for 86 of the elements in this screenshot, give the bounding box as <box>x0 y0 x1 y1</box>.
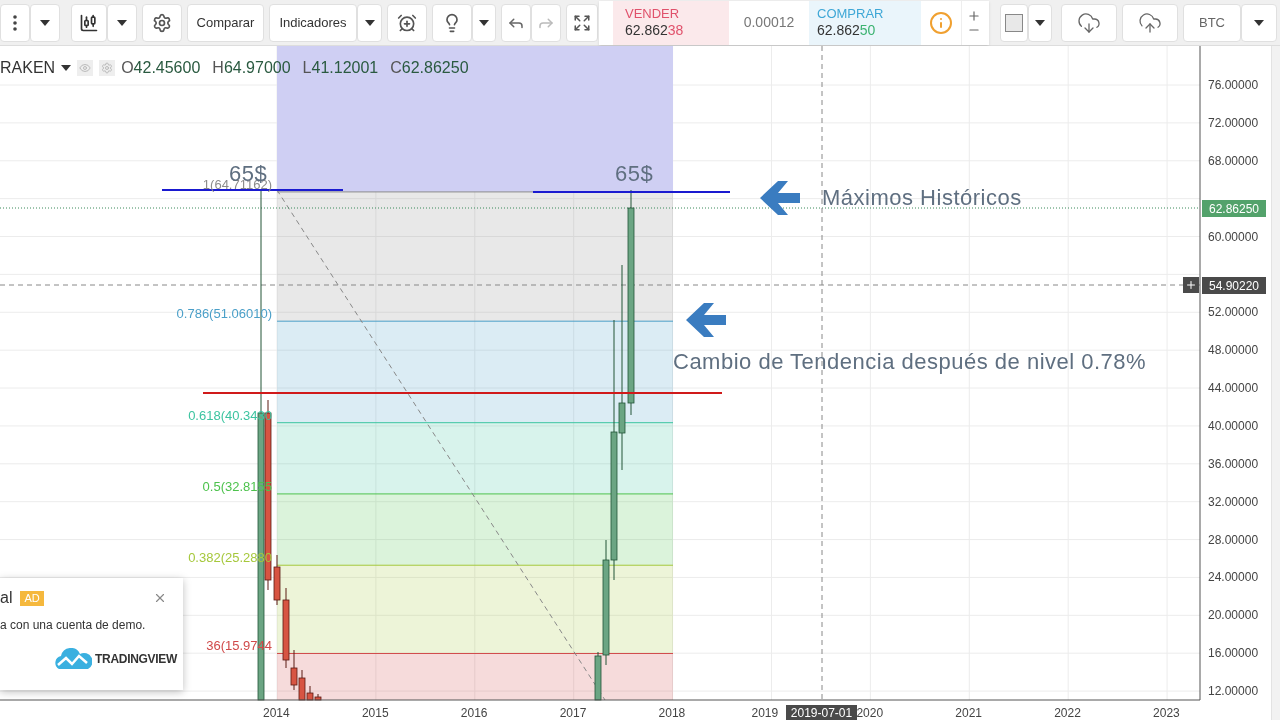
close-icon[interactable] <box>153 591 167 605</box>
time-axis-label: 2020 <box>856 707 884 719</box>
chart-type-button[interactable] <box>71 3 107 42</box>
buy-label: COMPRAR <box>817 5 884 22</box>
caret-icon <box>40 19 50 26</box>
dropdown-button[interactable] <box>357 3 382 42</box>
buy-price: 62.86250 <box>817 21 876 40</box>
ideas-button[interactable] <box>432 3 472 42</box>
fullscreen-icon <box>573 13 591 32</box>
settings-button[interactable] <box>142 3 182 42</box>
brand-name: TRADINGVIEW <box>95 651 178 668</box>
ohlc-value: C62.86250 <box>390 58 469 78</box>
info-icon[interactable] <box>929 10 953 35</box>
alert-button[interactable] <box>387 3 427 42</box>
sell-price: 62.86238 <box>625 21 684 40</box>
zoom-in-icon[interactable] <box>966 8 981 23</box>
ohlc-value: O42.45600 <box>121 58 201 78</box>
undo-button[interactable] <box>501 3 531 42</box>
price-axis-label: 32.00000 <box>1208 495 1259 508</box>
ohlc-value: H64.97000 <box>212 58 291 78</box>
ohlc-value: L41.12001 <box>302 58 379 78</box>
square-icon <box>1005 13 1023 32</box>
more-icon <box>13 14 17 31</box>
fullscreen-button[interactable] <box>566 3 598 42</box>
arrow-icon <box>686 303 726 337</box>
time-axis-label: 2017 <box>559 707 587 719</box>
candlestick-icon <box>79 12 99 33</box>
crosshair-date-badge: 2019-07-01 <box>786 705 857 720</box>
time-axis-label: 2019 <box>751 707 779 719</box>
annotation-text: Cambio de Tendencia después de nivel 0.78% <box>673 351 1147 373</box>
price-axis-label: 36.00000 <box>1208 457 1259 470</box>
dropdown-button[interactable] <box>30 3 60 42</box>
caret-icon <box>61 65 72 71</box>
arrow-icon <box>760 181 800 215</box>
crosshair-price-badge: 54.90220 <box>1202 277 1266 294</box>
price-axis-label: 60.00000 <box>1208 230 1259 243</box>
compare-button[interactable]: Comparar <box>187 3 264 42</box>
price-axis-label: 24.00000 <box>1208 571 1259 584</box>
caret-icon <box>364 19 375 26</box>
indicators-button[interactable]: Indicadores <box>269 3 357 42</box>
buy-button[interactable]: COMPRAR 62.86250 <box>809 0 921 45</box>
annotation-text: 65$ <box>615 163 654 185</box>
caret-icon <box>1254 19 1264 26</box>
time-axis-label: 2015 <box>361 707 389 719</box>
sell-label: VENDER <box>625 5 680 22</box>
price-axis-label: 48.00000 <box>1208 344 1259 357</box>
cloud-download-icon <box>1077 10 1101 35</box>
currency-button[interactable]: BTC <box>1183 3 1241 42</box>
price-axis-label: 52.00000 <box>1208 306 1259 319</box>
symbol-label[interactable]: RAKEN <box>0 56 56 80</box>
time-axis-label: 2016 <box>460 707 488 719</box>
time-axis-label: 2022 <box>1054 707 1081 719</box>
time-axis-label: 2014 <box>263 707 290 719</box>
price-axis-label: 20.00000 <box>1208 609 1259 622</box>
sell-button[interactable]: VENDER 62.86238 <box>613 0 729 45</box>
price-axis-label: 16.00000 <box>1208 647 1259 660</box>
ad-title: al <box>0 590 13 606</box>
ad-badge: AD <box>20 590 44 606</box>
settings-icon <box>152 12 172 33</box>
price-axis-label: 12.00000 <box>1208 685 1259 698</box>
time-axis-label: 2023 <box>1153 707 1180 719</box>
dropdown-button[interactable] <box>107 3 137 42</box>
logo-icon <box>55 648 92 670</box>
caret-icon <box>117 19 127 26</box>
ad-text: a con una cuenta de demo. <box>0 617 147 634</box>
save-button[interactable] <box>1122 3 1178 42</box>
cloud-upload-icon <box>1138 10 1162 35</box>
spread-value: 0.00012 <box>743 13 795 32</box>
caret-icon <box>1035 19 1045 26</box>
price-axis-label: 68.00000 <box>1208 154 1259 167</box>
dropdown-button[interactable] <box>472 3 496 42</box>
alarm-icon <box>397 12 417 33</box>
price-axis-label: 72.00000 <box>1208 116 1259 129</box>
crosshair-plus-button[interactable] <box>1183 277 1199 293</box>
price-axis-label: 28.00000 <box>1208 533 1259 546</box>
time-axis-label: 2018 <box>658 707 686 719</box>
last-price-badge: 62.86250 <box>1202 200 1266 217</box>
annotation-text: Máximos Históricos <box>822 187 1022 209</box>
caret-icon <box>479 19 489 26</box>
time-axis-label: 2021 <box>955 707 982 719</box>
plus-icon <box>1185 279 1197 291</box>
dropdown-button[interactable] <box>1028 3 1052 42</box>
load-button[interactable] <box>1061 3 1117 42</box>
price-axis-label: 44.00000 <box>1208 382 1259 395</box>
price-axis-label: 76.00000 <box>1208 79 1259 91</box>
price-axis-label: 40.00000 <box>1208 419 1259 432</box>
